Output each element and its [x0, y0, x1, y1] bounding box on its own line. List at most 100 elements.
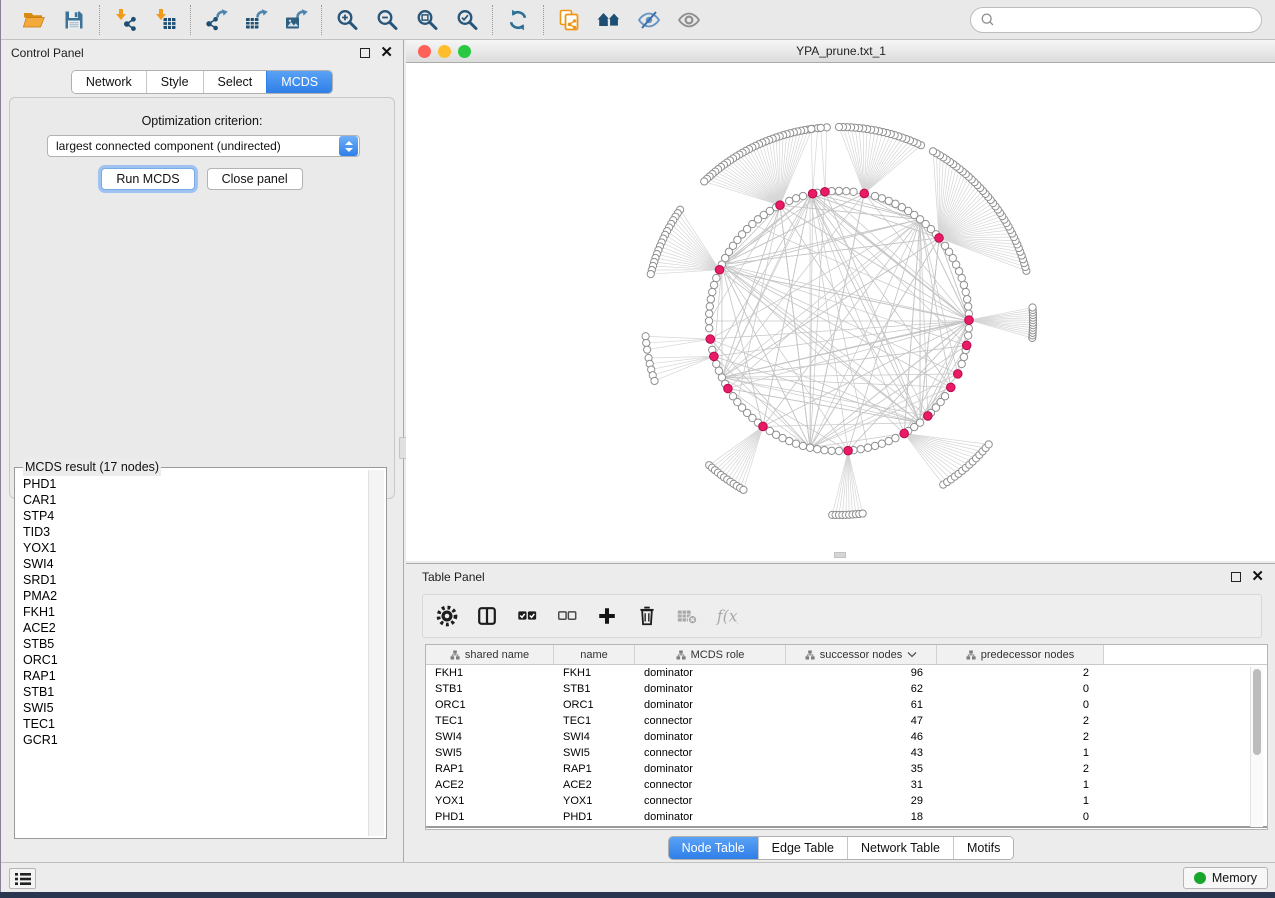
- table-cell: 62: [786, 681, 937, 697]
- table-cell: SWI5: [554, 745, 635, 761]
- zoom-in-icon[interactable]: [334, 7, 360, 33]
- table-cell: connector: [635, 745, 786, 761]
- result-node-item[interactable]: ORC1: [17, 652, 366, 668]
- tab-edge-table[interactable]: Edge Table: [758, 837, 847, 859]
- column-header-successor-nodes[interactable]: successor nodes: [786, 645, 937, 664]
- table-row[interactable]: TEC1TEC1connector472: [426, 713, 1267, 729]
- table-panel: Table Panel ✕ f(x) shared namenameMCDS r…: [406, 563, 1275, 862]
- close-panel-icon[interactable]: ✕: [380, 48, 393, 58]
- network-graph[interactable]: [406, 63, 1275, 561]
- mcds-result-list[interactable]: PHD1CAR1STP4TID3YOX1SWI4SRD1PMA2FKH1ACE2…: [17, 476, 366, 836]
- result-node-item[interactable]: ACE2: [17, 620, 366, 636]
- result-node-item[interactable]: TEC1: [17, 716, 366, 732]
- result-scrollbar[interactable]: [368, 470, 384, 836]
- gear-icon[interactable]: [435, 604, 459, 628]
- result-node-item[interactable]: GCR1: [17, 732, 366, 748]
- task-history-button[interactable]: [9, 868, 36, 889]
- export-network-icon[interactable]: [203, 7, 229, 33]
- search-input[interactable]: [996, 13, 1253, 27]
- float-panel-icon[interactable]: [360, 48, 370, 58]
- result-node-item[interactable]: SRD1: [17, 572, 366, 588]
- zoom-selected-icon[interactable]: [454, 7, 480, 33]
- import-network-icon[interactable]: [112, 7, 138, 33]
- result-node-item[interactable]: STB1: [17, 684, 366, 700]
- result-node-item[interactable]: STP4: [17, 508, 366, 524]
- close-panel-button[interactable]: Close panel: [207, 168, 303, 190]
- table-row[interactable]: ORC1ORC1dominator610: [426, 697, 1267, 713]
- network-canvas[interactable]: [406, 63, 1275, 561]
- import-table-icon[interactable]: [152, 7, 178, 33]
- tab-network-table[interactable]: Network Table: [847, 837, 953, 859]
- run-mcds-button[interactable]: Run MCDS: [101, 168, 194, 190]
- table-scrollbar[interactable]: [1250, 667, 1263, 827]
- save-icon[interactable]: [61, 7, 87, 33]
- criterion-dropdown-value: largest connected component (undirected): [48, 139, 338, 153]
- table-cell: 29: [786, 793, 937, 809]
- table-cell: 2: [937, 729, 1104, 745]
- fx-icon: f(x): [715, 604, 739, 628]
- zoom-out-icon[interactable]: [374, 7, 400, 33]
- show-eye-icon[interactable]: [676, 7, 702, 33]
- result-node-item[interactable]: PMA2: [17, 588, 366, 604]
- refresh-icon[interactable]: [505, 7, 531, 33]
- result-node-item[interactable]: SWI4: [17, 556, 366, 572]
- columns-icon[interactable]: [475, 604, 499, 628]
- table-row[interactable]: RAP1RAP1dominator352: [426, 761, 1267, 777]
- column-label: successor nodes: [820, 649, 903, 661]
- canvas-grip[interactable]: [834, 552, 846, 558]
- table-row[interactable]: SWI4SWI4dominator462: [426, 729, 1267, 745]
- tab-network[interactable]: Network: [72, 71, 146, 93]
- tab-mcds[interactable]: MCDS: [266, 71, 332, 93]
- table-scrollbar-thumb[interactable]: [1253, 669, 1261, 755]
- tab-motifs[interactable]: Motifs: [953, 837, 1013, 859]
- table-tabs: Node TableEdge TableNetwork TableMotifs: [406, 836, 1275, 860]
- hide-eye-icon[interactable]: [636, 7, 662, 33]
- select-all-icon[interactable]: [515, 604, 539, 628]
- application-window: Control Panel ✕ NetworkStyleSelectMCDS O…: [0, 0, 1275, 892]
- search-box[interactable]: [970, 7, 1262, 33]
- column-header-MCDS-role[interactable]: MCDS role: [635, 645, 786, 664]
- clone-network-icon[interactable]: [556, 7, 582, 33]
- table-cell: dominator: [635, 729, 786, 745]
- mcds-result-box: MCDS result (17 nodes) PHD1CAR1STP4TID3Y…: [14, 467, 387, 839]
- column-header-predecessor-nodes[interactable]: predecessor nodes: [937, 645, 1104, 664]
- open-folder-icon[interactable]: [21, 7, 47, 33]
- table-row[interactable]: ACE2ACE2connector311: [426, 777, 1267, 793]
- table-cell: 46: [786, 729, 937, 745]
- export-image-icon[interactable]: [283, 7, 309, 33]
- table-float-icon[interactable]: [1231, 572, 1241, 582]
- tab-select[interactable]: Select: [203, 71, 267, 93]
- tab-node-table[interactable]: Node Table: [669, 837, 758, 859]
- memory-button[interactable]: Memory: [1183, 867, 1268, 889]
- table-toolbar: f(x): [422, 594, 1262, 638]
- result-node-item[interactable]: RAP1: [17, 668, 366, 684]
- table-row[interactable]: PHD1PHD1dominator180: [426, 809, 1267, 825]
- result-node-item[interactable]: TID3: [17, 524, 366, 540]
- table-row[interactable]: STB1STB1dominator620: [426, 681, 1267, 697]
- table-cell: SWI4: [426, 729, 554, 745]
- trash-icon[interactable]: [635, 604, 659, 628]
- table-cell: 0: [937, 809, 1104, 825]
- table-row[interactable]: YOX1YOX1connector291: [426, 793, 1267, 809]
- table-row[interactable]: SWI5SWI5connector431: [426, 745, 1267, 761]
- table-cell: 47: [786, 713, 937, 729]
- result-node-item[interactable]: STB5: [17, 636, 366, 652]
- deselect-all-icon[interactable]: [555, 604, 579, 628]
- homes-icon[interactable]: [596, 7, 622, 33]
- column-header-name[interactable]: name: [554, 645, 635, 664]
- column-header-shared-name[interactable]: shared name: [426, 645, 554, 664]
- result-node-item[interactable]: CAR1: [17, 492, 366, 508]
- result-node-item[interactable]: YOX1: [17, 540, 366, 556]
- result-node-item[interactable]: PHD1: [17, 476, 366, 492]
- table-cell: 0: [937, 681, 1104, 697]
- result-node-item[interactable]: SWI5: [17, 700, 366, 716]
- table-close-icon[interactable]: ✕: [1251, 572, 1264, 582]
- table-panel-titlebar: Table Panel ✕: [406, 564, 1275, 590]
- add-icon[interactable]: [595, 604, 619, 628]
- criterion-dropdown[interactable]: largest connected component (undirected): [47, 135, 360, 157]
- result-node-item[interactable]: FKH1: [17, 604, 366, 620]
- tab-style[interactable]: Style: [146, 71, 203, 93]
- table-row[interactable]: FKH1FKH1dominator962: [426, 665, 1267, 681]
- zoom-fit-icon[interactable]: [414, 7, 440, 33]
- export-table-icon[interactable]: [243, 7, 269, 33]
